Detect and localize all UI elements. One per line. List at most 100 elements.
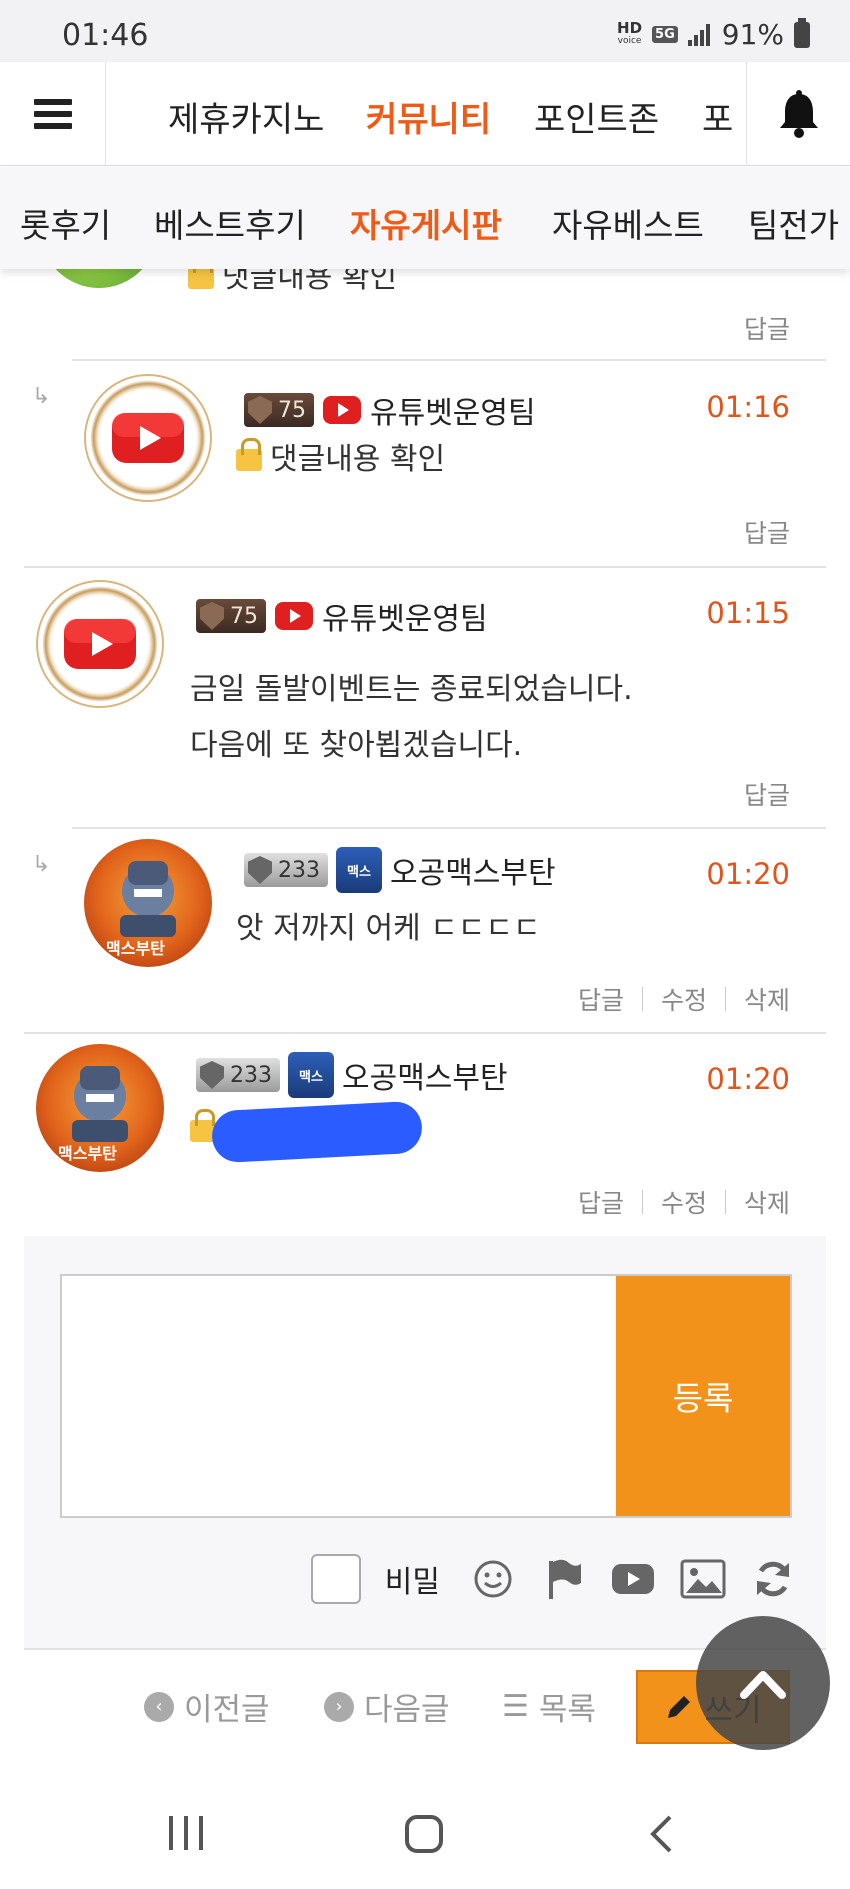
primary-nav-items: 제휴카지노 커뮤니티 포인트존 포	[106, 62, 746, 166]
comment-text-line: 금일 돌발이벤트는 종료되었습니다.	[190, 672, 633, 707]
divider	[72, 359, 826, 361]
comment-textarea[interactable]	[62, 1276, 618, 1516]
notification-button[interactable]	[746, 62, 850, 166]
nickname[interactable]: 오공맥스부탄	[342, 1053, 508, 1097]
reply-arrow-icon: ↳	[32, 384, 51, 409]
comment-item: 맥스부탄 233 맥스 오공맥스부탄 01:20 답글 수정 삭제	[24, 1034, 826, 1234]
level-badge: 75	[244, 393, 314, 427]
level-value: 75	[278, 397, 306, 423]
action-divider	[641, 987, 643, 1011]
comment-text: 앗 저까지 어케 ㄷㄷㄷㄷ	[236, 911, 541, 946]
scroll-top-button[interactable]	[696, 1616, 830, 1750]
comment-body	[190, 1100, 424, 1164]
board-tab-free-best[interactable]: 자유베스트	[552, 199, 704, 247]
battery-icon	[794, 17, 810, 48]
comment-time: 01:15	[706, 596, 790, 630]
home-icon[interactable]	[404, 1814, 444, 1854]
youtube-icon	[323, 396, 361, 424]
nickname[interactable]: 오공맥스부탄	[390, 848, 556, 892]
comment-meta: 75 유튜벳운영팀	[196, 594, 488, 638]
comment-actions: 답글 수정 삭제	[578, 1184, 790, 1220]
prev-post-link[interactable]: ‹ 이전글	[144, 1684, 270, 1729]
edit-button[interactable]: 수정	[661, 981, 707, 1017]
form-toolbar: 비밀	[310, 1554, 796, 1604]
back-icon[interactable]	[648, 1814, 674, 1854]
reply-button[interactable]: 답글	[578, 981, 624, 1017]
reply-button[interactable]: 답글	[744, 776, 790, 812]
action-divider	[641, 1190, 643, 1214]
top-navigation: 제휴카지노 커뮤니티 포인트존 포	[0, 62, 850, 166]
prev-post-label: 이전글	[184, 1692, 270, 1728]
chevron-left-icon: ‹	[144, 1691, 174, 1722]
lock-icon	[236, 438, 262, 471]
next-post-link[interactable]: › 다음글	[324, 1684, 450, 1729]
comment-form: 등록 비밀	[24, 1236, 826, 1648]
nav-item-more[interactable]: 포	[702, 92, 733, 141]
secret-checkbox[interactable]	[310, 1554, 361, 1604]
comment-body: 금일 돌발이벤트는 종료되었습니다. 다음에 또 찾아뵙겠습니다.	[190, 662, 633, 774]
comment-body: 댓글내용 확인	[236, 432, 445, 488]
nav-item-community[interactable]: 커뮤니티	[366, 92, 491, 141]
avatar[interactable]	[84, 374, 212, 502]
delete-button[interactable]: 삭제	[744, 1184, 790, 1220]
max-team-badge: 맥스	[288, 1052, 334, 1098]
board-tab-best-review[interactable]: 베스트후기	[154, 199, 306, 247]
comment-time: 01:20	[706, 857, 790, 891]
nav-item-partner-casino[interactable]: 제휴카지노	[168, 92, 324, 141]
redacted-mark	[210, 1100, 424, 1164]
board-tab-review[interactable]: 롯후기	[20, 199, 111, 247]
emoji-icon[interactable]	[470, 1556, 516, 1602]
avatar-caption: 맥스부탄	[106, 939, 165, 958]
system-navigation-bar	[0, 1780, 850, 1889]
video-icon[interactable]	[610, 1556, 656, 1602]
comment-actions: 답글	[744, 310, 790, 346]
comment-text-line: 다음에 또 찾아뵙겠습니다.	[190, 728, 523, 763]
flag-icon[interactable]	[540, 1556, 586, 1602]
board-tab-free-board[interactable]: 자유게시판	[350, 199, 502, 247]
lock-icon	[188, 256, 214, 289]
edit-button[interactable]: 수정	[661, 1184, 707, 1220]
avatar[interactable]	[36, 580, 164, 708]
comment-time: 01:20	[706, 1062, 790, 1096]
image-icon[interactable]	[680, 1556, 726, 1602]
level-badge: 233	[244, 853, 328, 887]
comment-item: 맥스부탄 233 맥스 오공맥스부탄 01:20 앗 저까지 어케 ㄷㄷㄷㄷ 답…	[72, 829, 826, 1031]
network-5g-icon: 5G	[652, 26, 678, 43]
list-icon: ☰	[502, 1689, 529, 1724]
avatar-caption: 맥스부탄	[58, 1144, 117, 1163]
list-label: 목록	[538, 1692, 596, 1728]
comment-actions: 답글 수정 삭제	[578, 981, 790, 1017]
nickname[interactable]: 유튜벳운영팀	[322, 594, 488, 638]
comment-body: 앗 저까지 어케 ㄷㄷㄷㄷ	[236, 901, 541, 957]
refresh-icon[interactable]	[750, 1556, 796, 1602]
comment-meta: 233 맥스 오공맥스부탄	[196, 1052, 508, 1098]
secret-label: 비밀	[384, 1565, 440, 1600]
nav-item-point-zone[interactable]: 포인트존	[534, 92, 659, 141]
reply-arrow-icon: ↳	[32, 852, 51, 877]
battery-percent: 91%	[721, 18, 784, 51]
delete-button[interactable]: 삭제	[744, 981, 790, 1017]
level-value: 233	[278, 857, 320, 883]
bell-icon	[779, 90, 818, 138]
comment-item: 75 유튜벳운영팀 01:16 댓글내용 확인 답글	[72, 362, 826, 564]
shield-icon	[200, 1061, 224, 1089]
recent-apps-icon[interactable]	[166, 1814, 206, 1852]
submit-button[interactable]: 등록	[616, 1276, 790, 1516]
nickname[interactable]: 유튜벳운영팀	[370, 388, 536, 432]
reply-button[interactable]: 답글	[578, 1184, 624, 1220]
reply-button[interactable]: 답글	[744, 310, 790, 346]
level-value: 233	[230, 1062, 272, 1088]
shield-icon	[248, 856, 272, 884]
voice-label: voice	[617, 35, 642, 46]
hd-voice-icon: HD voice	[617, 20, 642, 48]
comment-time: 01:16	[706, 390, 790, 424]
comment-text: 댓글내용 확인	[270, 442, 446, 477]
board-navigation: 롯후기 베스트후기 자유게시판 자유베스트 팀전가	[0, 167, 850, 269]
list-link[interactable]: ☰ 목록	[502, 1684, 596, 1729]
comment-meta: 75 유튜벳운영팀	[244, 388, 536, 432]
reply-button[interactable]: 답글	[744, 514, 790, 550]
board-tab-team[interactable]: 팀전가	[748, 199, 839, 247]
hamburger-icon	[33, 93, 72, 135]
menu-button[interactable]	[0, 62, 106, 166]
level-badge: 233	[196, 1058, 280, 1092]
